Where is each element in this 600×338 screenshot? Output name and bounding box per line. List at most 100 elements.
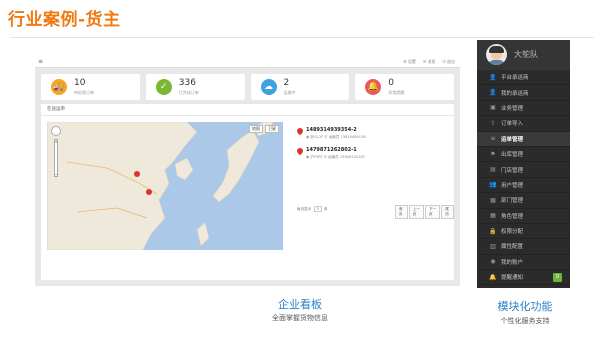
menu-item-label: 提醒通知 bbox=[501, 275, 524, 282]
menu-item-label: 部门管理 bbox=[501, 198, 524, 205]
map-type-map[interactable]: 地图 bbox=[249, 125, 263, 133]
caption-modules-sub: 个性化服务支持 bbox=[500, 317, 550, 325]
briefcase-icon: ▣ bbox=[490, 104, 496, 112]
stat-value: 0 bbox=[388, 78, 394, 88]
avatar-hair bbox=[489, 46, 504, 53]
pager-first[interactable]: 首页 bbox=[395, 205, 408, 219]
menu-item-attributes[interactable]: ▥ 属性配置 bbox=[477, 239, 570, 255]
zoom-out-icon[interactable]: − bbox=[54, 172, 58, 177]
pagination: 首页 上一页 下一页 尾页 bbox=[395, 205, 454, 219]
menu-item-users[interactable]: 👥 用户管理 bbox=[477, 178, 570, 194]
settings-icon: ▥ bbox=[490, 242, 496, 250]
menu-item-waybill[interactable]: ≡ 运单管理 bbox=[477, 131, 570, 147]
menu-item-my-carrier[interactable]: 👤 我的承运商 bbox=[477, 85, 570, 101]
title-divider bbox=[10, 37, 594, 38]
stat-card-completed[interactable]: ✓ 336 已完成订单 bbox=[145, 74, 245, 100]
list-icon: ≡ bbox=[490, 135, 496, 143]
stat-value: 2 bbox=[283, 78, 290, 88]
stat-label: 异常提醒 bbox=[388, 90, 405, 95]
avatar-body bbox=[488, 60, 505, 65]
pager-last[interactable]: 尾页 bbox=[441, 205, 454, 219]
map-zoom-slider[interactable]: + − bbox=[54, 139, 58, 177]
menu-item-label: 平台承运商 bbox=[501, 75, 529, 82]
side-menu-screenshot: 大鸵队 👤 平台承运商 👤 我的承运商 ▣ 业务管理 ⇪ 订单导入 ≡ 运单管理 ⚑ 出库管… bbox=[477, 40, 570, 288]
user-header: 大鸵队 bbox=[477, 40, 570, 70]
menu-item-label: 权限分配 bbox=[501, 229, 524, 236]
menu-item-label: 我的账户 bbox=[501, 259, 524, 266]
page-size-select[interactable]: 3 bbox=[313, 206, 322, 212]
caption-dashboard-sub: 全面掌握货物信息 bbox=[272, 314, 328, 322]
menu-item-roles[interactable]: ▦ 角色管理 bbox=[477, 209, 570, 224]
stat-value: 336 bbox=[178, 78, 196, 88]
users-icon: 👥 bbox=[489, 181, 497, 189]
menu-item-label: 订单导入 bbox=[501, 121, 524, 128]
map-pin-icon bbox=[295, 146, 305, 156]
order-id: 1479871262802-1 bbox=[306, 147, 357, 153]
check-icon: ✓ bbox=[155, 79, 172, 95]
menu-item-label: 出库管理 bbox=[501, 152, 524, 159]
menu-item-platform-carrier[interactable]: 👤 平台承运商 bbox=[477, 70, 570, 86]
user-icon: 👤 bbox=[489, 89, 497, 97]
menu-item-store[interactable]: ▤ 门店管理 bbox=[477, 162, 570, 178]
slide-title: 行业案例-货主 bbox=[8, 10, 121, 30]
tracking-panel: 在途运单 + − 地图 卫星 1489314939354-2 ◉ 浙G12F ✆… bbox=[41, 104, 454, 280]
zoom-in-icon[interactable]: + bbox=[54, 139, 58, 144]
stat-label: 待处理订单 bbox=[74, 90, 94, 95]
flag-icon: ⚑ bbox=[490, 150, 496, 158]
order-meta: ◉ 浙G12F ✆ 运输员 13819489126 bbox=[306, 135, 366, 139]
menu-item-notifications[interactable]: 🔔 提醒通知 0 bbox=[477, 270, 570, 286]
dashboard-topbar: ≡ ⚙ 设置 ✉ 消息 ⏻ 退出 bbox=[35, 57, 460, 68]
user-icon: 👤 bbox=[489, 73, 497, 81]
menu-item-account[interactable]: ◉ 我的账户 bbox=[477, 255, 570, 271]
tracking-map[interactable]: + − 地图 卫星 bbox=[47, 122, 283, 250]
menu-item-outbound[interactable]: ⚑ 出库管理 bbox=[477, 147, 570, 163]
menu-item-label: 我的承运商 bbox=[501, 90, 529, 97]
store-icon: ▤ bbox=[490, 166, 496, 174]
page-size-suffix: 条 bbox=[323, 207, 328, 211]
menu-item-label: 业务管理 bbox=[501, 105, 524, 112]
grid-icon: ▦ bbox=[490, 196, 496, 204]
stat-cards: 🚚 10 待处理订单 ✓ 336 已完成订单 ☁ 2 运输中 🔔 0 异常提醒 bbox=[41, 74, 454, 100]
dashboard-screenshot: ≡ ⚙ 设置 ✉ 消息 ⏻ 退出 🚚 10 待处理订单 ✓ 336 已完成订单 … bbox=[35, 57, 460, 286]
order-id: 1489314939354-2 bbox=[306, 127, 357, 133]
map-pin-icon bbox=[295, 126, 305, 136]
avatar[interactable] bbox=[486, 44, 507, 65]
topbar-link-logout[interactable]: ⏻ 退出 bbox=[443, 59, 455, 65]
lock-icon: 🔒 bbox=[489, 227, 497, 235]
panel-title: 在途运单 bbox=[41, 104, 454, 116]
slide: 行业案例-货主 ≡ ⚙ 设置 ✉ 消息 ⏻ 退出 🚚 10 待处理订单 ✓ 33… bbox=[0, 0, 600, 338]
menu-item-business[interactable]: ▣ 业务管理 bbox=[477, 101, 570, 117]
pager-prev[interactable]: 上一页 bbox=[408, 205, 424, 219]
menu-item-label: 角色管理 bbox=[501, 213, 524, 220]
stat-label: 运输中 bbox=[283, 90, 296, 95]
menu-item-label: 用户管理 bbox=[501, 182, 524, 189]
menu-item-label: 属性配置 bbox=[501, 244, 524, 251]
stat-card-pending[interactable]: 🚚 10 待处理订单 bbox=[41, 74, 140, 100]
stat-card-alerts[interactable]: 🔔 0 异常提醒 bbox=[355, 74, 454, 100]
bell-icon: 🔔 bbox=[489, 273, 497, 281]
stat-label: 已完成订单 bbox=[178, 90, 199, 95]
bell-icon: 🔔 bbox=[365, 79, 382, 95]
topbar-link-settings[interactable]: ⚙ 设置 bbox=[403, 59, 416, 65]
menu-item-label: 门店管理 bbox=[501, 167, 524, 174]
user-name: 大鸵队 bbox=[514, 50, 538, 59]
topbar-links: ⚙ 设置 ✉ 消息 ⏻ 退出 bbox=[403, 59, 455, 65]
menu-item-label: 运单管理 bbox=[501, 136, 524, 143]
menu-item-order-import[interactable]: ⇪ 订单导入 bbox=[477, 116, 570, 132]
map-type-satellite[interactable]: 卫星 bbox=[265, 125, 279, 133]
import-icon: ⇪ bbox=[490, 119, 496, 127]
side-menu-list: 👤 平台承运商 👤 我的承运商 ▣ 业务管理 ⇪ 订单导入 ≡ 运单管理 ⚑ 出库管理 ▤ 门… bbox=[477, 70, 570, 286]
map-pan-control[interactable] bbox=[51, 126, 61, 136]
menu-item-permissions[interactable]: 🔒 权限分配 bbox=[477, 224, 570, 240]
menu-toggle-icon[interactable]: ≡ bbox=[38, 58, 43, 65]
page-size-info: 每页显示 3 条 bbox=[297, 206, 328, 212]
page-size-prefix: 每页显示 bbox=[297, 207, 312, 211]
order-meta: ◉ 沪F5RT ✆ 运输员 15600220187 bbox=[306, 155, 366, 159]
caption-modules-title: 模块化功能 bbox=[497, 300, 553, 313]
stat-value: 10 bbox=[74, 78, 86, 88]
pager-next[interactable]: 下一页 bbox=[425, 205, 441, 219]
topbar-link-messages[interactable]: ✉ 消息 bbox=[423, 59, 436, 65]
menu-item-departments[interactable]: ▦ 部门管理 bbox=[477, 193, 570, 209]
stat-card-in-transit[interactable]: ☁ 2 运输中 bbox=[250, 74, 350, 100]
map-canvas bbox=[47, 122, 283, 250]
